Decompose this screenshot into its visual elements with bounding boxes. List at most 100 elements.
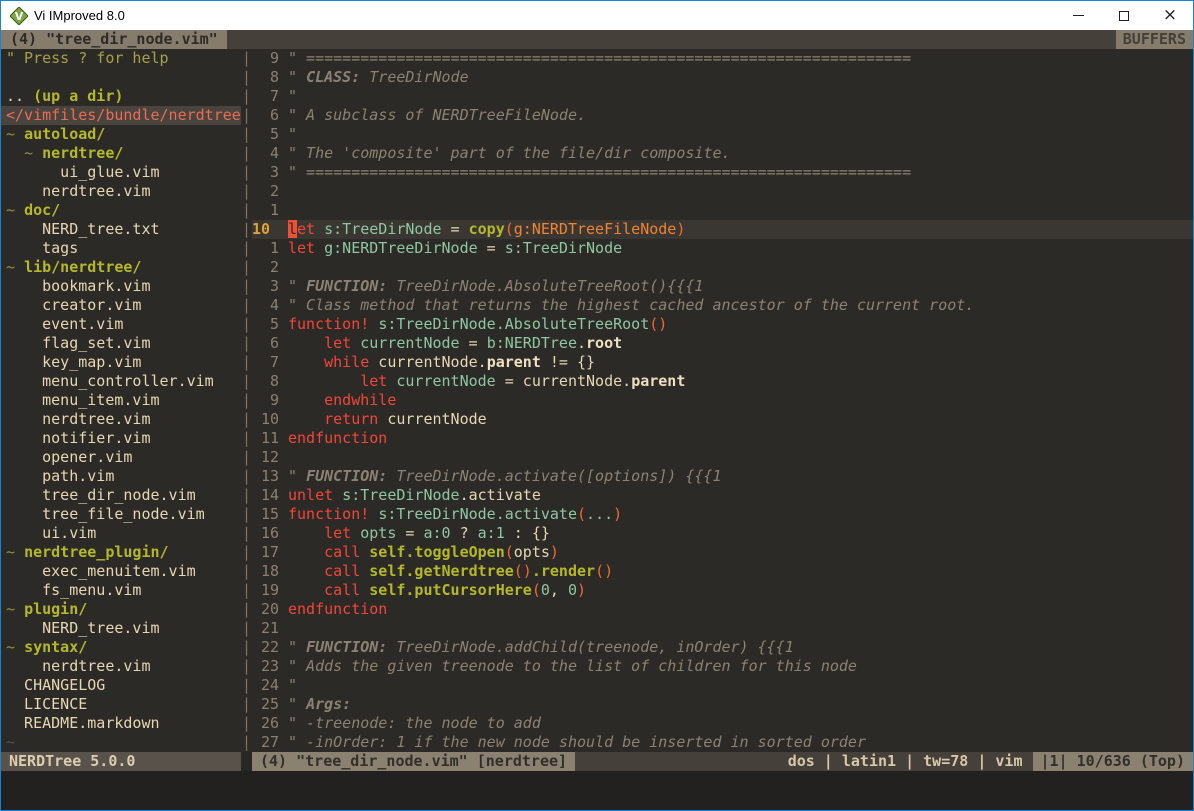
nerdtree-file-line[interactable]: opener.vim bbox=[6, 448, 241, 467]
code-line[interactable]: 12 bbox=[252, 448, 1193, 467]
code-line[interactable]: 7" bbox=[252, 87, 1193, 106]
code-line[interactable]: 6" A subclass of NERDTreeFileNode. bbox=[252, 106, 1193, 125]
nerdtree-dir-line[interactable]: ~ nerdtree/ bbox=[6, 144, 241, 163]
code-line[interactable]: 1let g:NERDTreeDirNode = s:TreeDirNode bbox=[252, 239, 1193, 258]
code-window[interactable]: 9" =====================================… bbox=[252, 49, 1193, 752]
tab-tree-dir-node[interactable]: (4) "tree_dir_node.vim" bbox=[1, 30, 227, 49]
nerdtree-file-line[interactable]: ui.vim bbox=[6, 524, 241, 543]
code-line[interactable]: 15function! s:TreeDirNode.activate(...) bbox=[252, 505, 1193, 524]
code-line[interactable]: 23" Adds the given treenode to the list … bbox=[252, 657, 1193, 676]
syntax-segment-tilde: ~ bbox=[6, 543, 24, 561]
nerdtree-file-line[interactable]: nerdtree.vim bbox=[6, 657, 241, 676]
nerdtree-file-line[interactable]: tree_dir_node.vim bbox=[6, 486, 241, 505]
code-line[interactable]: 11endfunction bbox=[252, 429, 1193, 448]
nerdtree-file-line[interactable]: nerdtree.vim bbox=[6, 182, 241, 201]
code-line[interactable]: 10 return currentNode bbox=[252, 410, 1193, 429]
code-line[interactable]: 21 bbox=[252, 619, 1193, 638]
separator-bar-glyph: | bbox=[241, 201, 252, 220]
code-line[interactable]: 2 bbox=[252, 258, 1193, 277]
syntax-segment-c: " bbox=[288, 68, 306, 86]
maximize-button[interactable] bbox=[1101, 1, 1147, 30]
code-line[interactable]: 14unlet s:TreeDirNode.activate bbox=[252, 486, 1193, 505]
relative-line-number: 24 bbox=[252, 676, 279, 695]
code-line[interactable]: 4" Class method that returns the highest… bbox=[252, 296, 1193, 315]
separator-bar-glyph: | bbox=[241, 410, 252, 429]
nerdtree-file-line[interactable]: fs_menu.vim bbox=[6, 581, 241, 600]
nerdtree-file-line[interactable]: menu_controller.vim bbox=[6, 372, 241, 391]
nerdtree-dir-line[interactable]: ~ lib/nerdtree/ bbox=[6, 258, 241, 277]
nerdtree-file-line[interactable]: nerdtree.vim bbox=[6, 410, 241, 429]
code-line[interactable]: 1 bbox=[252, 201, 1193, 220]
vim-logo-icon: V bbox=[10, 7, 28, 25]
nerdtree-file-line[interactable]: bookmark.vim bbox=[6, 277, 241, 296]
code-line[interactable]: 16 let opts = a:0 ? a:1 : {} bbox=[252, 524, 1193, 543]
code-line[interactable]: 7 while currentNode.parent != {} bbox=[252, 353, 1193, 372]
nerdtree-file-line[interactable]: tree_file_node.vim bbox=[6, 505, 241, 524]
nerdtree-file-line[interactable]: creator.vim bbox=[6, 296, 241, 315]
code-line[interactable]: 3" =====================================… bbox=[252, 163, 1193, 182]
nerdtree-root-path[interactable]: </vimfiles/bundle/nerdtree/ bbox=[1, 106, 241, 125]
code-line[interactable]: 17 call self.toggleOpen(opts) bbox=[252, 543, 1193, 562]
code-line[interactable]: 20endfunction bbox=[252, 600, 1193, 619]
nerdtree-file-line[interactable]: LICENCE bbox=[6, 695, 241, 714]
nerdtree-file-line[interactable]: exec_menuitem.vim bbox=[6, 562, 241, 581]
code-line[interactable]: 22" FUNCTION: TreeDirNode.addChild(treen… bbox=[252, 638, 1193, 657]
code-line[interactable]: 8 let currentNode = currentNode.parent bbox=[252, 372, 1193, 391]
close-button[interactable]: × bbox=[1147, 1, 1193, 30]
code-line[interactable]: 25" Args: bbox=[252, 695, 1193, 714]
code-line[interactable]: 2 bbox=[252, 182, 1193, 201]
nerdtree-file-line[interactable]: CHANGELOG bbox=[6, 676, 241, 695]
nerdtree-file-line[interactable]: ui_glue.vim bbox=[6, 163, 241, 182]
code-line[interactable]: 19 call self.putCursorHere(0, 0) bbox=[252, 581, 1193, 600]
code-line[interactable]: 18 call self.getNerdtree().render() bbox=[252, 562, 1193, 581]
titlebar[interactable]: V Vi IMproved 8.0 × bbox=[1, 1, 1193, 30]
relative-line-number: 9 bbox=[252, 49, 279, 68]
code-text bbox=[279, 201, 288, 220]
code-line[interactable]: 9" =====================================… bbox=[252, 49, 1193, 68]
syntax-segment-a: currentNode bbox=[360, 334, 459, 352]
minimize-button[interactable] bbox=[1055, 1, 1101, 30]
nerdtree-dir-line[interactable]: ~ plugin/ bbox=[6, 600, 241, 619]
nerdtree-dir-line[interactable]: ~ syntax/ bbox=[6, 638, 241, 657]
window-separator[interactable]: ||||||||||||||||||||||||||||||||||||| bbox=[241, 49, 252, 752]
code-line[interactable]: 4" The 'composite' part of the file/dir … bbox=[252, 144, 1193, 163]
code-line[interactable]: 9 endwhile bbox=[252, 391, 1193, 410]
tabline: (4) "tree_dir_node.vim" BUFFERS bbox=[1, 30, 1193, 49]
separator-bar-glyph: | bbox=[241, 315, 252, 334]
command-line[interactable] bbox=[1, 771, 1193, 810]
syntax-segment-f bbox=[288, 410, 324, 428]
code-text: " Args: bbox=[279, 695, 351, 714]
nerdtree-dir-line[interactable]: ~ nerdtree_plugin/ bbox=[6, 543, 241, 562]
code-line[interactable]: 26" -treenode: the node to add bbox=[252, 714, 1193, 733]
code-line[interactable]: 3" FUNCTION: TreeDirNode.AbsoluteTreeRoo… bbox=[252, 277, 1193, 296]
code-line[interactable]: 5function! s:TreeDirNode.AbsoluteTreeRoo… bbox=[252, 315, 1193, 334]
code-line[interactable]: 6 let currentNode = b:NERDTree.root bbox=[252, 334, 1193, 353]
nerdtree-file-line[interactable]: path.vim bbox=[6, 467, 241, 486]
nerdtree-file-line[interactable]: README.markdown bbox=[6, 714, 241, 733]
code-line[interactable]: 27" -inOrder: 1 if the new node should b… bbox=[252, 733, 1193, 752]
code-text: let s:TreeDirNode = copy(g:NERDTreeFileN… bbox=[279, 220, 685, 239]
nerdtree-file-line[interactable]: flag_set.vim bbox=[6, 334, 241, 353]
code-text: endfunction bbox=[279, 429, 387, 448]
nerdtree-file-line[interactable]: event.vim bbox=[6, 315, 241, 334]
nerdtree-file-line[interactable]: key_map.vim bbox=[6, 353, 241, 372]
nerdtree-file-line[interactable]: NERD_tree.txt bbox=[6, 220, 241, 239]
nerdtree-dir-line[interactable]: ~ autoload/ bbox=[6, 125, 241, 144]
code-line[interactable]: 13" FUNCTION: TreeDirNode.activate([opti… bbox=[252, 467, 1193, 486]
code-line-cursor[interactable]: 10let s:TreeDirNode = copy(g:NERDTreeFil… bbox=[252, 220, 1193, 239]
syntax-segment-file: tree_dir_node.vim bbox=[6, 486, 196, 504]
nerdtree-file-line[interactable]: menu_item.vim bbox=[6, 391, 241, 410]
nerdtree-updir-line[interactable]: .. (up a dir) bbox=[6, 87, 241, 106]
code-line[interactable]: 24" bbox=[252, 676, 1193, 695]
statusline-options: dos | latin1 | tw=78 | vim bbox=[788, 752, 1033, 771]
active-statusline: (4) "tree_dir_node.vim" [nerdtree] dos |… bbox=[252, 752, 1193, 771]
nerdtree-dir-line[interactable]: ~ doc/ bbox=[6, 201, 241, 220]
nerdtree-window[interactable]: " Press ? for help.. (up a dir)</vimfile… bbox=[1, 49, 241, 752]
nerdtree-file-line[interactable]: notifier.vim bbox=[6, 429, 241, 448]
separator-bar-glyph: | bbox=[241, 733, 252, 752]
nerdtree-file-line[interactable]: NERD_tree.vim bbox=[6, 619, 241, 638]
syntax-segment-filler: ~ bbox=[6, 733, 15, 751]
code-line[interactable]: 5" bbox=[252, 125, 1193, 144]
nerdtree-file-line[interactable]: tags bbox=[6, 239, 241, 258]
code-line[interactable]: 8" CLASS: TreeDirNode bbox=[252, 68, 1193, 87]
